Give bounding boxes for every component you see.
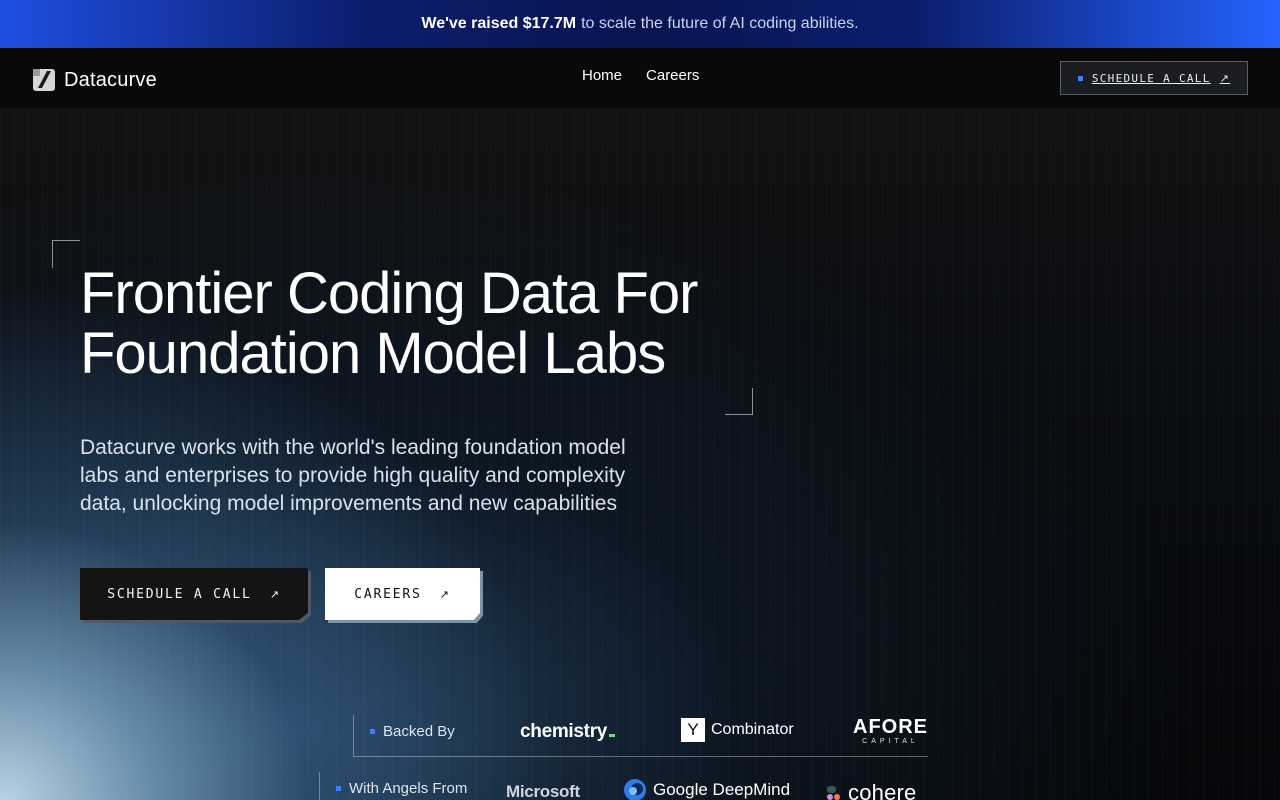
chemistry-underscore-icon: [609, 734, 616, 737]
nav-schedule-call-button[interactable]: SCHEDULE A CALL ↗: [1060, 61, 1248, 95]
careers-button[interactable]: CAREERS ↗: [325, 568, 480, 620]
headline-line-2: Foundation Model Labs: [80, 321, 666, 386]
deepmind-text: Google DeepMind: [653, 780, 791, 799]
announcement-highlight: We've raised $17.7M: [421, 15, 577, 32]
chemistry-logo-text: chemistry: [520, 721, 608, 742]
afore-main-text: AFORE: [853, 716, 928, 738]
arrow-up-right-icon: ↗: [439, 587, 451, 601]
chemistry-logo: chemistry: [520, 721, 616, 743]
nav-cta-label: SCHEDULE A CALL: [1091, 71, 1211, 85]
corner-bracket-top-left: [52, 240, 80, 268]
backers-label: Backed By: [370, 723, 455, 740]
y-combinator-logo: Y Combinator: [681, 718, 794, 742]
bullet-square-icon: [336, 786, 341, 791]
headline-line-1: Frontier Coding Data For: [80, 261, 698, 326]
google-deepmind-logo: Google DeepMind: [623, 778, 790, 800]
bullet-square-icon: [1077, 75, 1083, 81]
hero-section: Frontier Coding Data For Foundation Mode…: [0, 108, 1280, 800]
cohere-text: cohere: [848, 780, 917, 800]
afore-sub-text: CAPITAL: [862, 738, 919, 745]
hero-headline: Frontier Coding Data For Foundation Mode…: [80, 264, 780, 384]
nav-link-careers[interactable]: Careers: [646, 67, 699, 84]
angels-label-text: With Angels From: [349, 780, 468, 797]
y-combinator-mark: Y: [681, 718, 705, 742]
y-combinator-text: Combinator: [711, 721, 794, 738]
cohere-icon: [827, 786, 840, 800]
datacurve-logo-icon: [33, 69, 55, 91]
backers-strip: Backed By chemistry Y Combinator AFORE C…: [353, 715, 928, 757]
brand-logo[interactable]: Datacurve: [32, 68, 157, 92]
angels-label: With Angels From: [336, 780, 467, 797]
arrow-up-right-icon: ↗: [1219, 71, 1231, 85]
nav-links: Home Careers: [582, 67, 699, 84]
deepmind-icon: [624, 779, 646, 800]
corner-bracket-bottom-right: [725, 388, 753, 415]
afore-capital-logo: AFORE CAPITAL: [853, 717, 928, 747]
top-nav: Datacurve Home Careers SCHEDULE A CALL ↗: [0, 48, 1280, 108]
announcement-text: to scale the future of AI coding abiliti…: [581, 15, 859, 32]
announcement-banner[interactable]: We've raised $17.7M to scale the future …: [0, 0, 1280, 48]
brand-name: Datacurve: [64, 68, 157, 91]
microsoft-logo: Microsoft: [506, 782, 580, 800]
hero-subtext: Datacurve works with the world's leading…: [80, 436, 626, 515]
careers-label: CAREERS: [354, 586, 422, 602]
schedule-call-label: SCHEDULE A CALL: [107, 586, 252, 602]
backers-label-text: Backed By: [383, 723, 455, 740]
cohere-logo: cohere: [826, 780, 916, 800]
arrow-up-right-icon: ↗: [269, 587, 281, 601]
bullet-square-icon: [370, 729, 375, 734]
nav-link-home[interactable]: Home: [582, 67, 622, 84]
schedule-call-button[interactable]: SCHEDULE A CALL ↗: [80, 568, 308, 620]
angels-strip: With Angels From Microsoft Google DeepMi…: [319, 772, 939, 800]
